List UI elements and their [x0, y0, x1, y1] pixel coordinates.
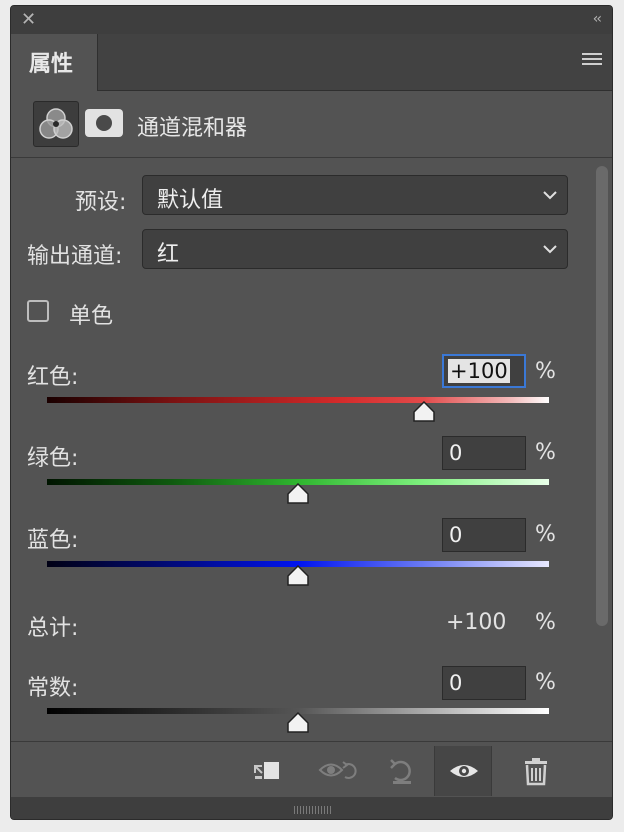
properties-panel: ✕ ‹‹ 属性 通道混和器 预设: 默认值 输出通道: 红 单色 红色: +10… — [10, 5, 613, 820]
resize-grip[interactable] — [11, 797, 612, 819]
clip-to-layer-icon — [254, 762, 279, 779]
clip-to-layer-button[interactable] — [237, 746, 293, 796]
total-value: +100 — [446, 610, 507, 635]
panel-menu-icon[interactable] — [582, 53, 602, 67]
green-slider-thumb[interactable] — [287, 483, 309, 505]
output-channel-select[interactable]: 红 — [142, 229, 568, 269]
adjustment-header: 通道混和器 — [11, 91, 612, 158]
constant-percent: % — [535, 670, 556, 695]
reset-icon — [390, 759, 411, 784]
channel-mixer-icon — [33, 101, 79, 147]
blue-percent: % — [535, 522, 556, 547]
total-percent: % — [535, 610, 556, 635]
tab-label: 属性 — [29, 52, 74, 77]
red-slider-thumb[interactable] — [412, 401, 435, 423]
scrollbar[interactable] — [596, 166, 608, 626]
red-slider-track[interactable] — [47, 397, 549, 403]
collapse-icon[interactable]: ‹‹ — [593, 10, 602, 28]
output-channel-value: 红 — [157, 242, 180, 267]
preset-label: 预设: — [75, 190, 127, 215]
red-label: 红色: — [27, 365, 79, 390]
red-value-field[interactable]: +100 — [442, 354, 526, 388]
reset-button[interactable] — [373, 746, 429, 796]
green-label: 绿色: — [27, 446, 79, 471]
adjustment-title: 通道混和器 — [137, 116, 248, 141]
delete-button[interactable] — [507, 746, 563, 796]
green-value-field[interactable]: 0 — [442, 436, 526, 470]
constant-value: 0 — [449, 671, 463, 695]
red-percent: % — [535, 359, 556, 384]
blue-value: 0 — [449, 523, 463, 547]
preset-value: 默认值 — [157, 188, 224, 213]
green-value: 0 — [449, 441, 463, 465]
close-icon[interactable]: ✕ — [21, 10, 36, 30]
tab-properties[interactable]: 属性 — [11, 34, 98, 91]
monochrome-checkbox[interactable] — [27, 300, 49, 322]
constant-value-field[interactable]: 0 — [442, 666, 526, 700]
trash-icon — [525, 758, 547, 786]
visibility-eye-icon — [450, 765, 478, 777]
panel-footer — [11, 741, 612, 798]
visibility-button[interactable] — [434, 746, 492, 796]
blue-label: 蓝色: — [27, 528, 79, 553]
blue-slider-thumb[interactable] — [287, 565, 309, 587]
constant-label: 常数: — [27, 676, 79, 701]
constant-slider-thumb[interactable] — [287, 712, 309, 734]
properties-content: 预设: 默认值 输出通道: 红 单色 红色: +100 % 绿色: 0 % 蓝色… — [11, 158, 612, 741]
tab-bar: 属性 — [11, 34, 612, 91]
red-value: +100 — [448, 359, 510, 383]
view-previous-state-button[interactable] — [305, 746, 361, 796]
chevron-down-icon — [543, 191, 557, 200]
panel-titlebar: ✕ ‹‹ — [11, 6, 612, 34]
preset-select[interactable]: 默认值 — [142, 175, 568, 215]
layer-mask-icon[interactable] — [85, 109, 123, 137]
total-label: 总计: — [27, 616, 79, 641]
view-previous-state-icon — [318, 761, 357, 779]
output-channel-label: 输出通道: — [27, 244, 123, 269]
green-percent: % — [535, 440, 556, 465]
blue-value-field[interactable]: 0 — [442, 518, 526, 552]
chevron-down-icon — [543, 245, 557, 254]
monochrome-label: 单色 — [69, 304, 114, 329]
